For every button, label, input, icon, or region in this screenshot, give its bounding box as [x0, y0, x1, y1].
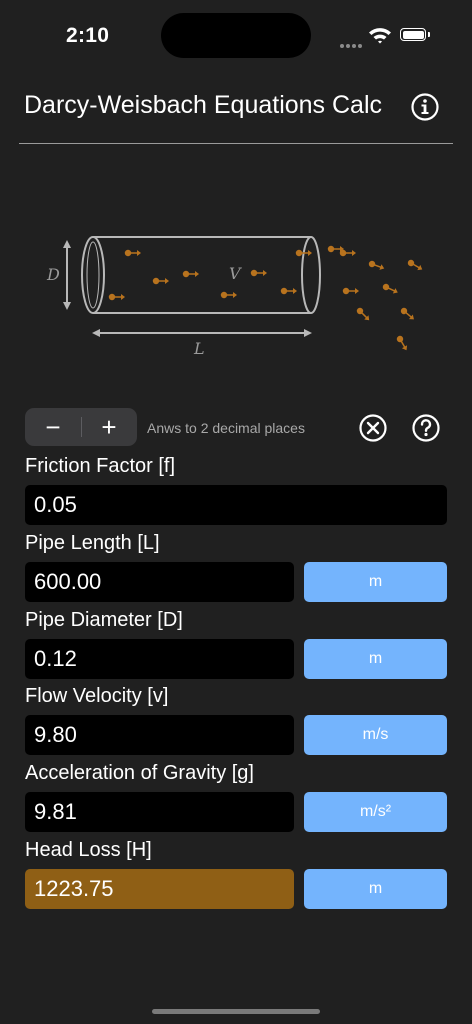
- pipe-diameter-unit-button[interactable]: m: [304, 639, 447, 679]
- help-icon[interactable]: [411, 413, 441, 443]
- decrease-decimals-button[interactable]: −: [25, 408, 81, 446]
- pipe-length-unit-button[interactable]: m: [304, 562, 447, 602]
- length-label: L: [193, 339, 205, 358]
- pipe-diameter-input[interactable]: 0.12: [25, 639, 294, 679]
- flow-particle: [356, 307, 370, 321]
- flow-velocity-label: Flow Velocity [v]: [25, 685, 169, 707]
- flow-particle: [124, 249, 141, 257]
- dynamic-island: [161, 13, 311, 58]
- flow-particle: [400, 307, 414, 320]
- flow-particle: [382, 283, 398, 294]
- gravity-label: Acceleration of Gravity [g]: [25, 762, 254, 784]
- friction-factor-label: Friction Factor [f]: [25, 455, 176, 477]
- status-bar: 2:10: [0, 0, 472, 70]
- header-divider: [19, 143, 453, 144]
- pipe-length-label: Pipe Length [L]: [25, 532, 160, 554]
- pipe-body: [93, 236, 311, 314]
- flow-particle: [220, 291, 237, 299]
- flow-particle: [250, 269, 267, 277]
- head-loss-label: Head Loss [H]: [25, 839, 152, 861]
- decimal-stepper: − +: [25, 408, 137, 446]
- wifi-icon: [369, 28, 391, 44]
- pipe-inlet: [81, 236, 105, 314]
- pipe-diameter-label: Pipe Diameter [D]: [25, 609, 183, 631]
- flow-particle: [368, 260, 385, 270]
- cellular-signal-icon: [340, 35, 364, 53]
- battery-nub: [428, 32, 430, 37]
- velocity-label: V: [229, 264, 242, 283]
- flow-velocity-unit-button[interactable]: m/s: [304, 715, 447, 755]
- decimal-places-label: Anws to 2 decimal places: [147, 420, 305, 436]
- pipe-flow-diagram: D L V: [46, 236, 423, 358]
- gravity-input[interactable]: 9.81: [25, 792, 294, 832]
- diameter-label: D: [46, 265, 60, 284]
- flow-particle: [342, 287, 359, 295]
- info-icon[interactable]: [410, 92, 440, 122]
- page-title: Darcy-Weisbach Equations Calc: [24, 91, 383, 119]
- head-loss-unit-button[interactable]: m: [304, 869, 447, 909]
- head-loss-result[interactable]: 1223.75: [25, 869, 294, 909]
- flow-particle: [108, 293, 125, 301]
- pipe-outlet: [301, 236, 321, 314]
- flow-particle: [152, 277, 169, 285]
- battery-icon: [400, 28, 426, 41]
- status-time: 2:10: [66, 24, 110, 47]
- flow-particle: [396, 335, 408, 351]
- clear-icon[interactable]: [358, 413, 388, 443]
- increase-decimals-button[interactable]: +: [81, 408, 137, 446]
- flow-particle: [339, 249, 356, 257]
- friction-factor-input[interactable]: 0.05: [25, 485, 447, 525]
- pipe-length-input[interactable]: 600.00: [25, 562, 294, 602]
- home-indicator: [152, 1009, 320, 1014]
- flow-velocity-input[interactable]: 9.80: [25, 715, 294, 755]
- flow-particle: [280, 287, 297, 295]
- gravity-unit-button[interactable]: m/s²: [304, 792, 447, 832]
- flow-particle: [182, 270, 199, 278]
- flow-particle: [407, 259, 423, 271]
- pipe-inlet-inner: [86, 241, 100, 309]
